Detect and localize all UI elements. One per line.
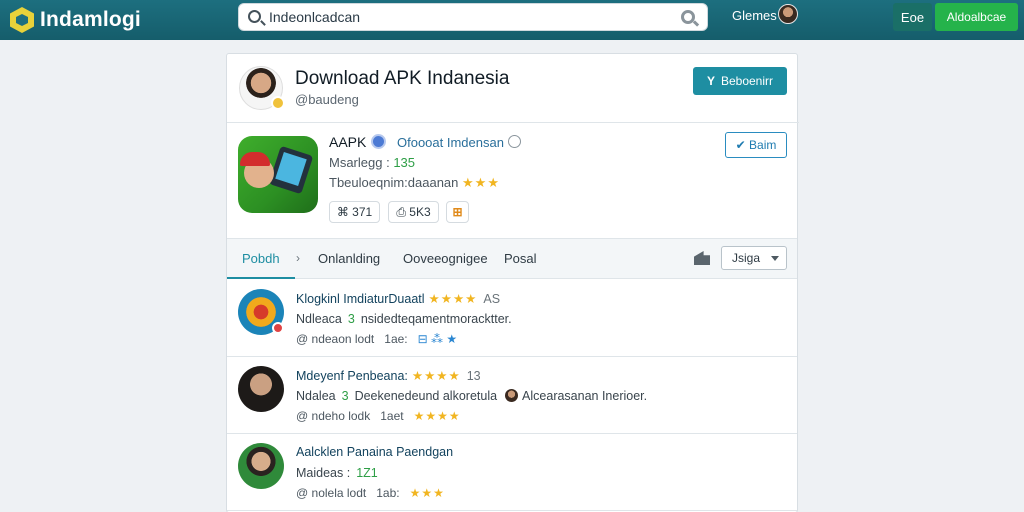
- item-footer: @ nolela lodt 1ab: ★★★: [296, 486, 445, 500]
- character-hat: [240, 152, 270, 166]
- app-card: Download APK Indanesia @baudeng Y Beboeni…: [226, 53, 799, 512]
- info-icon[interactable]: [508, 135, 521, 148]
- search-icon: [248, 10, 261, 23]
- item-title[interactable]: Aalcklen Panaina Paendgan: [296, 445, 453, 459]
- downloads-chip[interactable]: ⎙ 5K3: [388, 201, 439, 223]
- list-item[interactable]: Mdeyenf Penbeana: ★★★★ 13 Ndalea 3 Deekenede…: [227, 357, 797, 434]
- meta-label: Ndleaca: [296, 312, 342, 326]
- meta-label: Tbeuloeqnim:daaanan: [329, 175, 459, 190]
- mini-avatar: [505, 389, 519, 402]
- item-meta: Ndleaca 3 nsidedteqamentmoracktter.: [296, 312, 512, 326]
- app-meta-version: Msarlegg : 135: [329, 155, 415, 170]
- meta-text: nsidedteqamentmoracktter.: [360, 312, 512, 326]
- grid-chip[interactable]: ⊞: [446, 201, 469, 223]
- item-meta: Ndalea 3 Deekenedeund alkoretula Alcearasan…: [296, 389, 647, 403]
- item-meta: Maideas : 1Z1: [296, 466, 384, 480]
- tab-posal[interactable]: Posal: [504, 251, 537, 266]
- app-name: AAPK: [329, 134, 367, 150]
- share-button[interactable]: ✔ Baim: [725, 132, 787, 158]
- site-logo[interactable]: Indamlogi: [10, 5, 141, 35]
- meta-value: 135: [393, 155, 416, 170]
- item-handle[interactable]: @ nolela lodt: [296, 486, 366, 500]
- meta-label: Ndalea: [296, 389, 336, 403]
- rating-stars-icon: ★★★★: [428, 292, 478, 306]
- share-label: Baim: [749, 138, 777, 152]
- tab-onlanlding[interactable]: Onlanlding: [318, 251, 380, 266]
- meta-value: 1Z1: [356, 466, 378, 480]
- verified-icon: [371, 134, 386, 149]
- item-title[interactable]: Klogkinl ImdiaturDuaatl: [296, 292, 425, 306]
- meta-label: Maideas :: [296, 466, 351, 480]
- user-avatar[interactable]: [778, 4, 798, 24]
- item-handle[interactable]: @ ndeho lodk: [296, 409, 370, 423]
- tab-ooveeognigee[interactable]: Ooveeognigee: [403, 251, 488, 266]
- logo-hexagon-icon: [10, 7, 34, 33]
- games-link[interactable]: Glemes: [732, 8, 777, 23]
- meta-value: 3: [341, 389, 349, 403]
- search-input[interactable]: [269, 4, 669, 30]
- item-handle[interactable]: @ ndeaon lodt: [296, 332, 374, 346]
- divider: [227, 122, 799, 123]
- item-title[interactable]: Mdeyenf Penbeana:: [296, 369, 408, 383]
- tab-bar: Pobdh › Onlanlding Ooveeognigee Posal Js…: [227, 238, 797, 279]
- home-icon[interactable]: [694, 251, 710, 265]
- meta-text: Deekenedeund alkoretula: [354, 389, 498, 403]
- meta-value: 3: [347, 312, 355, 326]
- badge-icon: [271, 96, 285, 110]
- item-avatar: [238, 443, 284, 489]
- size-chip[interactable]: ⌘ 371: [329, 201, 380, 223]
- rating-count: 13: [466, 369, 481, 383]
- eoe-button[interactable]: Eoe: [893, 3, 932, 31]
- meta-tail: Alcearasanan Inerioer.: [522, 389, 648, 403]
- item-date: 1ab:: [376, 486, 400, 500]
- follow-button[interactable]: Y Beboenirr: [693, 67, 787, 95]
- item-avatar: [238, 366, 284, 412]
- tab-pobdh[interactable]: Pobdh: [242, 251, 280, 266]
- rating-stars-icon: ★★★★: [413, 409, 461, 423]
- item-extra-icons: ⊟ ⁂ ★: [417, 332, 458, 346]
- follow-icon: Y: [706, 74, 715, 88]
- active-tab-indicator: [227, 277, 295, 279]
- item-date: 1aet: [380, 409, 404, 423]
- rating-stars-icon: ★★★: [462, 175, 500, 190]
- rating-stars-icon: ★★★: [409, 486, 445, 500]
- search-submit-icon[interactable]: [681, 10, 695, 24]
- app-meta-rating: Tbeuloeqnim:daaanan ★★★: [329, 175, 500, 191]
- rating-count: AS: [483, 292, 501, 306]
- publisher-title: Download APK Indanesia: [295, 68, 510, 89]
- primary-action-button[interactable]: Aldoalbcae: [935, 3, 1018, 31]
- logo-text: Indamlogi: [40, 8, 141, 31]
- sort-dropdown[interactable]: Jsiga: [721, 246, 787, 270]
- item-date: 1ae:: [384, 332, 408, 346]
- check-icon: ✔: [735, 138, 746, 152]
- chevron-down-icon: [771, 256, 779, 261]
- item-title-line: Mdeyenf Penbeana: ★★★★ 13: [296, 368, 481, 383]
- app-icon[interactable]: [238, 136, 318, 213]
- list-item[interactable]: Aalcklen Panaina Paendgan Maideas : 1Z1 @…: [227, 434, 797, 511]
- item-title-line: Klogkinl ImdiaturDuaatl ★★★★ AS: [296, 291, 500, 306]
- item-footer: @ ndeaon lodt 1ae: ⊟ ⁂ ★: [296, 332, 457, 346]
- item-title-line: Aalcklen Panaina Paendgan: [296, 445, 453, 459]
- meta-label: Msarlegg :: [329, 155, 390, 170]
- item-footer: @ ndeho lodk 1aet ★★★★: [296, 409, 461, 423]
- sort-label: Jsiga: [732, 251, 761, 265]
- rating-stars-icon: ★★★★: [411, 369, 461, 383]
- developer-link[interactable]: Ofoooat Imdensan: [397, 135, 504, 150]
- follow-label: Beboenirr: [720, 74, 774, 88]
- publisher-handle[interactable]: @baudeng: [295, 92, 359, 107]
- list-item[interactable]: Klogkinl ImdiaturDuaatl ★★★★ AS Ndleaca 3 ns…: [227, 280, 797, 357]
- chevron-right-icon: ›: [296, 251, 300, 265]
- search-box[interactable]: [238, 3, 708, 31]
- top-navbar: Indamlogi Glemes Eoe Aldoalbcae: [0, 0, 1024, 40]
- notification-dot-icon: [272, 322, 284, 334]
